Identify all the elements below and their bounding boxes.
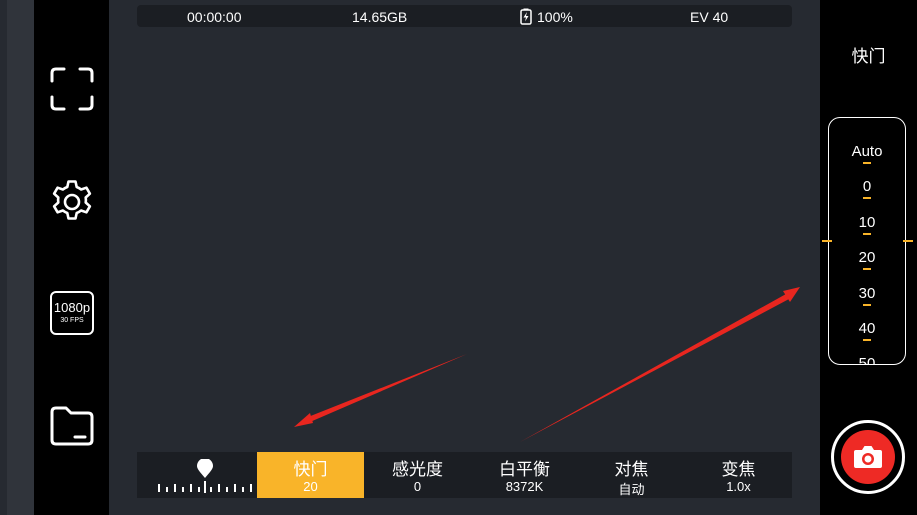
battery-level: 100% [537, 9, 573, 25]
tab-shutter-label: 快门 [293, 460, 328, 479]
wheel-tick [863, 233, 871, 235]
wheel-tick [863, 162, 871, 164]
wheel-option[interactable]: 20 [829, 249, 905, 270]
wheel-tick [863, 268, 871, 270]
tab-iso[interactable]: 感光度 0 [364, 452, 471, 498]
wheel-option-label: 40 [858, 320, 876, 337]
wheel-option-label: 20 [858, 249, 876, 266]
tab-focus[interactable]: 对焦 自动 [578, 452, 685, 498]
shutter-wheel-title: 快门 [851, 47, 886, 66]
shutter-value-wheel[interactable]: Auto 0 10 20 30 40 50 [828, 117, 906, 365]
tab-white-balance-value: 8372K [505, 479, 544, 494]
wheel-option[interactable]: 0 [829, 178, 905, 199]
tab-focus-label: 对焦 [614, 460, 649, 479]
wheel-selection-marker-right [903, 240, 913, 242]
tab-iso-value: 0 [413, 479, 422, 494]
battery-charging-icon [520, 8, 532, 25]
camera-icon [854, 446, 882, 468]
wheel-option[interactable]: 10 [829, 214, 905, 235]
folder-icon[interactable] [48, 402, 96, 450]
resolution-label: 1080p [53, 300, 91, 315]
record-button-fill [841, 430, 895, 484]
tab-zoom[interactable]: 变焦 1.0x [685, 452, 792, 498]
resolution-button[interactable]: 1080p 30 FPS [50, 291, 94, 335]
wheel-tick [863, 339, 871, 341]
settings-gear-icon[interactable] [48, 178, 96, 226]
left-edge [0, 0, 7, 515]
fullscreen-icon[interactable] [48, 65, 96, 113]
camera-viewfinder[interactable] [109, 0, 820, 515]
wheel-option-label: 30 [858, 285, 876, 302]
wheel-option[interactable]: Auto [829, 143, 905, 164]
wheel-tick [863, 197, 871, 199]
tab-zoom-value: 1.0x [726, 479, 751, 494]
wheel-option-label: 50 [858, 355, 876, 365]
record-time: 00:00:00 [187, 9, 242, 25]
tab-shutter[interactable]: 快门 20 [257, 452, 364, 498]
storage-remaining: 14.65GB [352, 9, 408, 25]
wheel-option[interactable]: 50 [829, 355, 905, 365]
tab-white-balance[interactable]: 白平衡 8372K [471, 452, 578, 498]
left-toolbar: 1080p 30 FPS [34, 0, 109, 515]
level-ruler-icon [158, 481, 252, 493]
parameter-bar: 快门 20 感光度 0 白平衡 8372K 对焦 自动 变焦 1.0x [137, 452, 792, 498]
fps-label: 30 FPS [60, 317, 84, 324]
wheel-option-label: Auto [851, 143, 883, 160]
wheel-selection-marker-left [822, 240, 832, 242]
record-button[interactable] [831, 420, 905, 494]
wheel-option[interactable]: 40 [829, 320, 905, 341]
wheel-option-label: 10 [858, 214, 876, 231]
location-pin-icon [197, 459, 213, 478]
left-bar [7, 0, 34, 515]
wheel-option[interactable]: 30 [829, 285, 905, 306]
ev-value: EV 40 [690, 9, 729, 25]
tab-white-balance-label: 白平衡 [499, 460, 550, 479]
tab-location[interactable] [137, 452, 257, 498]
tab-iso-label: 感光度 [392, 460, 443, 479]
tab-shutter-value: 20 [303, 479, 318, 494]
wheel-tick [863, 304, 871, 306]
status-bar: 00:00:00 14.65GB 100% EV 40 [137, 5, 792, 27]
tab-zoom-label: 变焦 [721, 460, 756, 479]
wheel-option-label: 0 [862, 178, 872, 195]
tab-focus-value: 自动 [618, 482, 645, 497]
